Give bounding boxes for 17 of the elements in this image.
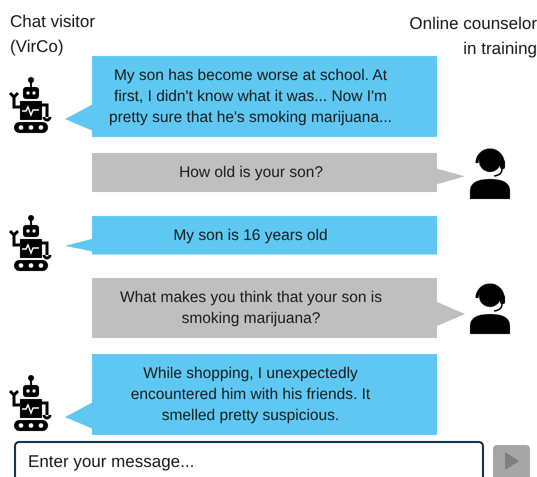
headset-person-icon — [467, 146, 513, 198]
participant-label: (VirCo) — [10, 36, 65, 58]
message-bubble: While shopping, I unexpectedly encountered him with his friends. It smelled pretty suspicious. — [65, 354, 437, 435]
participant-label: Chat visitor — [10, 11, 96, 33]
message-bubble: My son has become worse at school. At first, I didn't know what it was... Now I'm pretty sure that he's smoking marijuana... — [65, 56, 437, 137]
participant-label: Online counselor — [409, 13, 537, 35]
message-input[interactable]: Enter your message... — [14, 441, 484, 477]
headset-person-icon — [467, 282, 513, 334]
participant-label: in training — [463, 38, 537, 60]
send-button[interactable] — [493, 445, 530, 477]
message-bubble: What makes you think that your son is smoking marijuana? — [92, 278, 465, 338]
play-icon — [504, 452, 518, 470]
message-bubble: My son is 16 years old — [65, 216, 437, 254]
robot-icon — [8, 374, 54, 432]
message-bubble: How old is your son? — [92, 153, 465, 192]
robot-icon — [8, 215, 54, 273]
robot-icon — [8, 76, 54, 134]
